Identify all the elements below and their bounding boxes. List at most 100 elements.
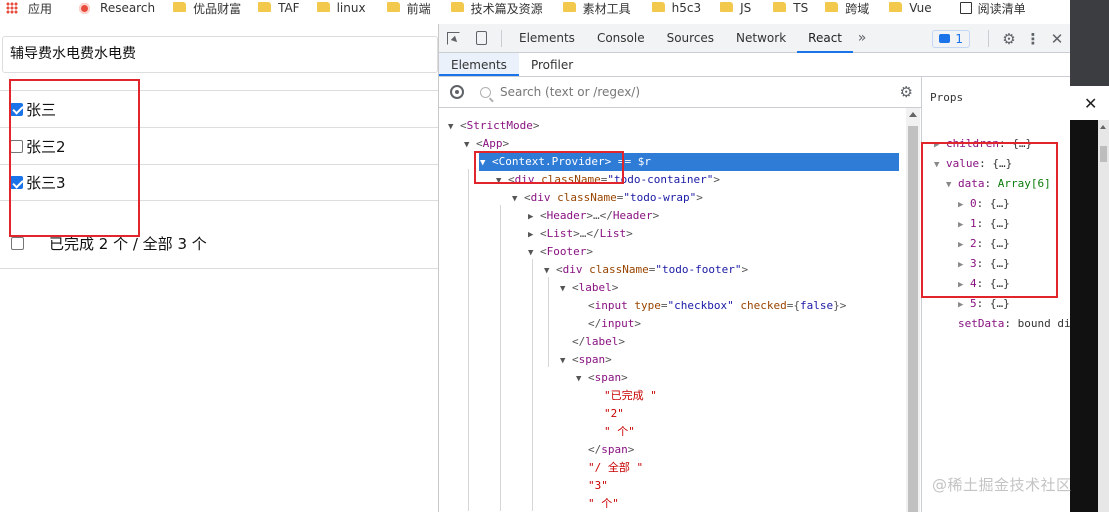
tab-elements[interactable]: Elements [508,24,586,53]
collapse-arrow-icon[interactable]: ▼ [528,244,540,262]
todo-item[interactable]: 张三3 [0,164,438,201]
component-search-bar: Search (text or /regex/) ⚙ [439,77,921,108]
select-component-icon[interactable] [450,85,464,99]
expand-arrow-icon[interactable]: ▶ [958,255,970,275]
collapse-arrow-icon[interactable]: ▼ [560,280,572,298]
tree-node[interactable]: " 个" [576,495,619,512]
more-tabs-button[interactable]: » [853,30,871,46]
select-all-checkbox[interactable] [11,237,24,250]
tree-node[interactable]: ▼ <App> [464,135,509,153]
messages-badge[interactable]: 1 [932,29,970,48]
bookmark-10[interactable]: TS [773,0,808,16]
tree-node[interactable]: <input type="checkbox" checked={false}> [576,297,846,315]
expand-arrow-icon[interactable]: ▶ [934,135,946,155]
expand-arrow-icon[interactable]: ▶ [958,215,970,235]
expand-arrow-icon[interactable]: ▶ [528,208,540,226]
tab-sources[interactable]: Sources [656,24,725,53]
prop-row[interactable]: ▶ 1: {…} [958,214,1010,234]
scroll-thumb[interactable] [908,126,918,512]
inspect-element-button[interactable] [439,24,467,53]
bookmark-13[interactable]: 阅读清单 [959,0,1026,16]
bookmark-3[interactable]: TAF [258,0,300,16]
bookmark-1[interactable]: Research [79,0,155,16]
collapse-arrow-icon[interactable]: ▼ [512,190,524,208]
subtab-elements[interactable]: Elements [439,53,519,76]
bookmark-11[interactable]: 跨域 [825,0,869,16]
todo-item[interactable]: 张三 [0,90,438,127]
tree-node[interactable]: ▼ <div className="todo-container"> [496,171,720,189]
todo-header-input[interactable]: 辅导费水电费水电费 [2,36,438,73]
prop-row[interactable]: ▶ 0: {…} [958,194,1010,214]
settings-gear-icon[interactable]: ⚙ [995,30,1023,48]
subtab-profiler[interactable]: Profiler [519,53,585,76]
expand-arrow-icon[interactable]: ▶ [958,275,970,295]
prop-row[interactable]: ▶ children: {…} [934,134,1032,154]
tree-node-selected[interactable]: ▼ <Context.Provider> == $r [479,153,899,171]
bookmark-7[interactable]: 素材工具 [562,0,631,16]
collapse-arrow-icon[interactable]: ▼ [496,172,508,190]
collapse-arrow-icon[interactable]: ▼ [576,370,588,388]
tree-node[interactable]: "3" [576,477,608,495]
prop-row[interactable]: ▶ 2: {…} [958,234,1010,254]
bookmark-5[interactable]: 前端 [386,0,431,16]
expand-arrow-icon[interactable]: ▶ [958,235,970,255]
tree-node[interactable]: ▼ <div className="todo-footer"> [544,261,748,279]
collapse-arrow-icon[interactable]: ▼ [946,175,958,195]
tree-node[interactable]: </span> [576,441,634,459]
bookmark-6[interactable]: 技术篇及资源 [450,0,543,16]
prop-row[interactable]: ▶ 5: {…} [958,294,1010,314]
tree-scrollbar[interactable] [906,108,920,512]
tree-node[interactable]: ▼ <div className="todo-wrap"> [512,189,703,207]
expand-arrow-icon[interactable]: ▶ [958,195,970,215]
tree-node[interactable]: ▼ <label> [560,279,618,297]
tree-node[interactable]: ▶ <List>…</List> [528,225,633,243]
bookmark-9[interactable]: JS [720,0,751,16]
prop-row[interactable]: setData: bound dis [946,314,1071,334]
scroll-thumb[interactable] [1100,146,1107,162]
tree-node[interactable]: ▼ <StrictMode> [448,117,539,135]
tree-node[interactable]: </label> [560,333,625,351]
more-options-icon[interactable]: ⋮ [1023,30,1043,48]
bookmark-12[interactable]: Vue [889,0,932,16]
todo-checkbox[interactable] [10,102,23,116]
prop-row[interactable]: ▼ data: Array[6] [946,174,1051,194]
bookmark-2[interactable]: 优品财富 [173,0,241,16]
tab-network[interactable]: Network [725,24,797,53]
expand-arrow-icon[interactable]: ▶ [958,295,970,315]
collapse-arrow-icon[interactable]: ▼ [544,262,556,280]
tree-settings-gear-icon[interactable]: ⚙ [900,83,913,101]
todo-item[interactable]: 张三2 [0,127,438,164]
bookmark-8[interactable]: h5c3 [651,0,701,16]
bookmark-4[interactable]: linux [316,0,366,16]
bookmark-0[interactable]: 应用 [6,0,52,16]
tree-node[interactable]: ▶ <Header>…</Header> [528,207,659,225]
collapse-arrow-icon[interactable]: ▼ [560,352,572,370]
tree-node[interactable]: ▼ <span> [560,351,612,369]
collapse-arrow-icon[interactable]: ▼ [934,155,946,175]
close-devtools-icon[interactable]: ✕ [1043,30,1071,48]
tree-node[interactable]: "/ 全部 " [576,459,643,477]
component-search-input[interactable]: Search (text or /regex/) [500,85,900,99]
todo-checkbox[interactable] [10,139,23,153]
tree-node[interactable]: "已完成 " [592,387,657,405]
collapse-arrow-icon[interactable]: ▼ [448,118,460,136]
device-toolbar-button[interactable] [467,24,495,53]
expand-arrow-icon[interactable]: ▶ [528,226,540,244]
todo-checkbox[interactable] [10,176,23,189]
collapse-arrow-icon[interactable]: ▼ [464,136,476,154]
background-scrollbar[interactable] [1098,120,1109,512]
close-icon[interactable]: ✕ [1084,94,1097,113]
tree-node[interactable]: "2" [592,405,624,423]
collapse-arrow-icon[interactable]: ▼ [480,154,492,172]
prop-row[interactable]: ▼ value: {…} [934,154,1012,174]
tab-console[interactable]: Console [586,24,656,53]
prop-row[interactable]: ▶ 4: {…} [958,274,1010,294]
tree-node[interactable]: " 个" [592,423,635,441]
tree-node[interactable]: ▼ <Footer> [528,243,593,261]
scroll-up-arrow-icon[interactable] [1100,125,1106,129]
tab-react[interactable]: React [797,24,853,53]
prop-row[interactable]: ▶ 3: {…} [958,254,1010,274]
scroll-up-arrow-icon[interactable] [909,112,917,117]
tree-node[interactable]: ▼ <span> [576,369,628,387]
tree-node[interactable]: </input> [576,315,641,333]
